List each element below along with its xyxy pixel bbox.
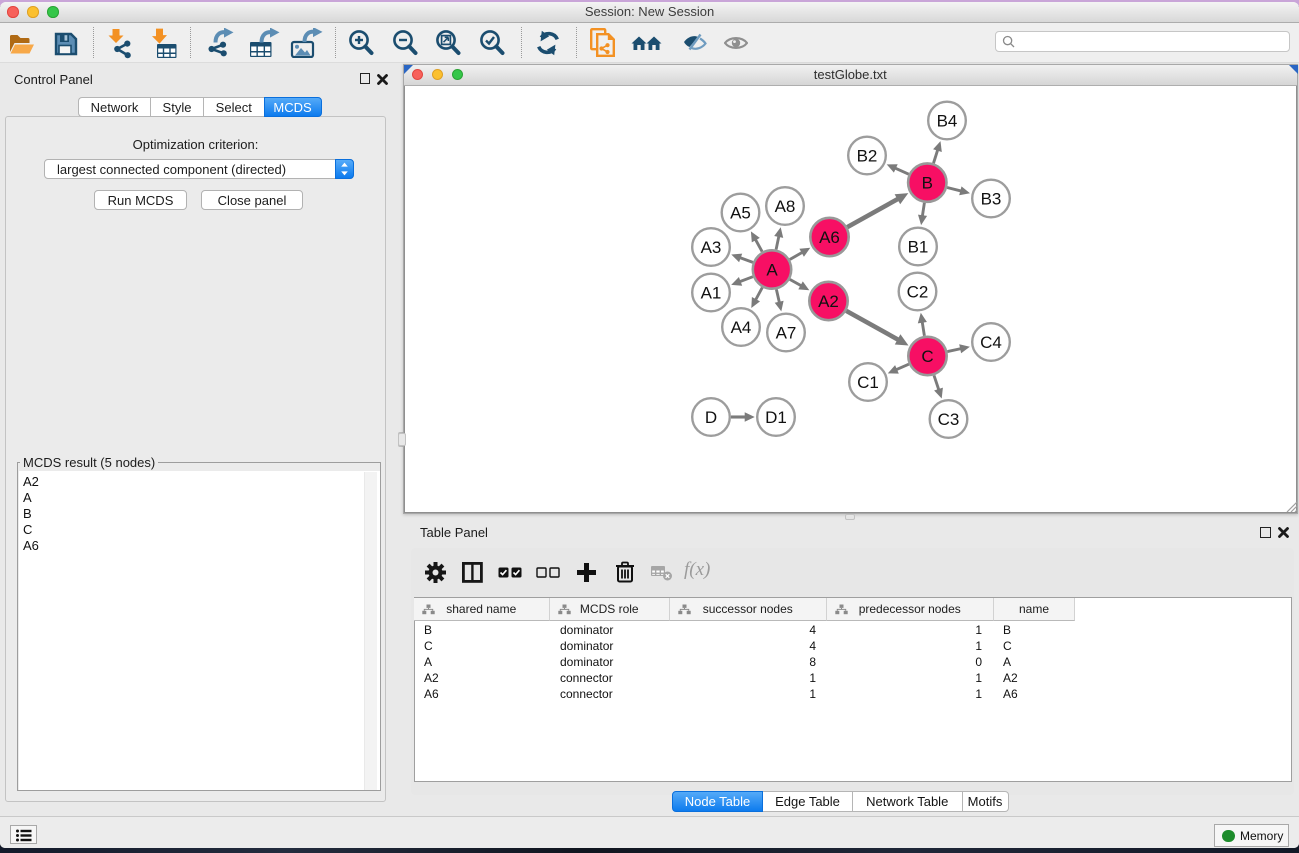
svg-text:C2: C2 — [907, 283, 929, 302]
svg-text:A7: A7 — [776, 324, 797, 343]
svg-text:C3: C3 — [938, 410, 960, 429]
svg-text:A3: A3 — [701, 238, 722, 257]
svg-text:D1: D1 — [765, 408, 787, 427]
svg-text:B: B — [922, 174, 933, 193]
svg-text:B1: B1 — [908, 238, 929, 257]
svg-text:A5: A5 — [730, 204, 751, 223]
svg-text:C4: C4 — [980, 333, 1002, 352]
svg-text:A2: A2 — [818, 292, 839, 311]
svg-text:B4: B4 — [937, 112, 958, 131]
svg-text:A8: A8 — [775, 197, 796, 216]
svg-text:A: A — [766, 261, 778, 280]
svg-text:A6: A6 — [819, 228, 840, 247]
svg-text:B2: B2 — [857, 147, 878, 166]
svg-text:C1: C1 — [857, 373, 879, 392]
svg-text:A1: A1 — [701, 284, 722, 303]
svg-text:B3: B3 — [981, 190, 1002, 209]
svg-text:C: C — [921, 347, 933, 366]
svg-text:D: D — [705, 408, 717, 427]
svg-text:A4: A4 — [731, 318, 752, 337]
